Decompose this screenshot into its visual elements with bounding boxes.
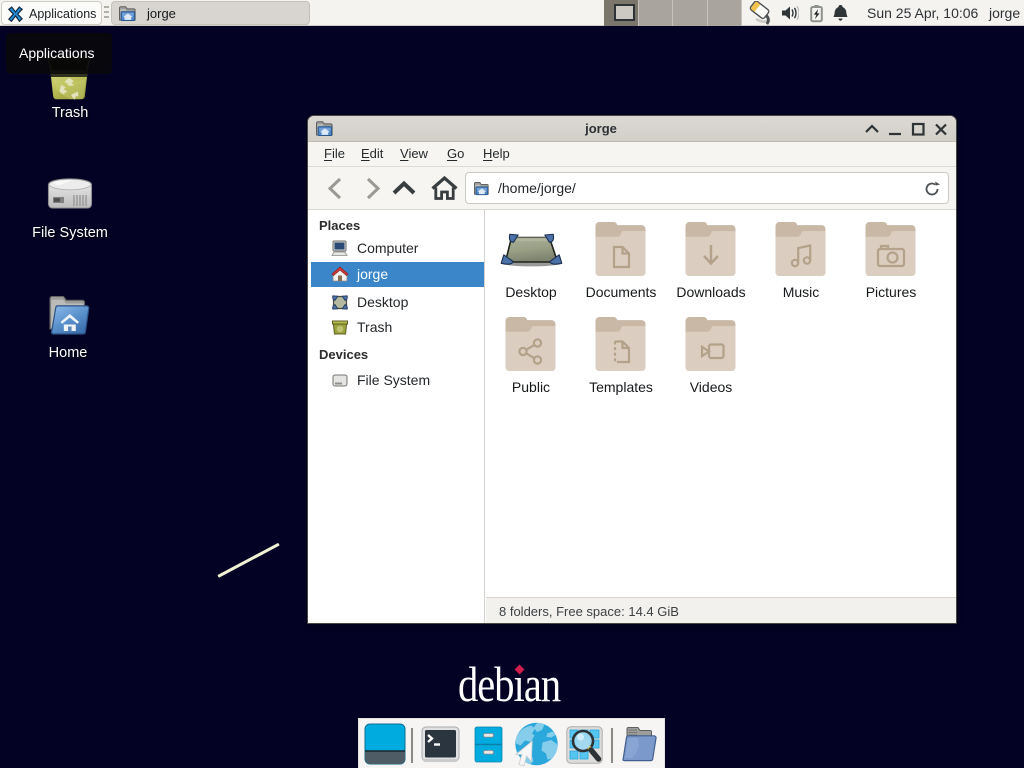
svg-text:Videos: Videos (690, 379, 733, 395)
svg-text:Documents: Documents (586, 284, 657, 300)
svg-text:Desktop: Desktop (505, 284, 557, 300)
svg-text:Templates: Templates (589, 379, 653, 395)
svg-text:Downloads: Downloads (676, 284, 745, 300)
svg-text:Public: Public (512, 379, 550, 395)
svg-text:Pictures: Pictures (866, 284, 917, 300)
svg-text:Music: Music (783, 284, 820, 300)
